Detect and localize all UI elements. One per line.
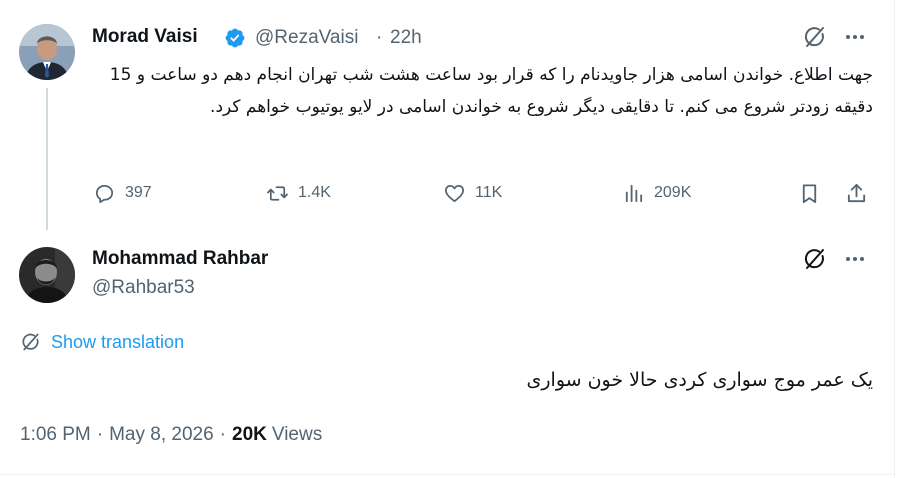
meta-separator: ·: [219, 424, 226, 445]
reply-icon: [95, 184, 114, 203]
meta-separator: ·: [96, 424, 104, 445]
heart-icon: [445, 184, 464, 202]
grok-icon: [22, 333, 39, 351]
grok-icon[interactable]: [802, 24, 828, 50]
share-icon: [847, 183, 866, 202]
tweet-text: جهت اطلاع. خواندن اسامی هزار جاویدنام را…: [109, 65, 873, 117]
reply-author-name[interactable]: Mohammad Rahbar: [92, 248, 268, 270]
meta-separator: ·: [376, 27, 383, 48]
bottom-divider: [0, 474, 894, 475]
views-count: 209K: [654, 184, 692, 201]
show-translation-label[interactable]: Show translation: [51, 332, 184, 353]
reply-count: 397: [125, 184, 152, 201]
bookmark-button[interactable]: [798, 178, 821, 208]
reply-date[interactable]: May 8, 2026: [109, 424, 214, 446]
reply-meta-footer: 1:06 PM · May 8, 2026 · 20K Views: [20, 424, 322, 446]
repost-count: 1.4K: [298, 184, 331, 201]
bookmark-icon: [802, 183, 817, 203]
author-handle[interactable]: @RezaVaisi: [255, 27, 358, 49]
more-icon[interactable]: [842, 246, 868, 272]
like-count: 11K: [475, 184, 503, 201]
more-icon[interactable]: [842, 24, 868, 50]
thread-connector-line: [46, 88, 48, 230]
avatar-mohammad-rahbar[interactable]: [19, 247, 75, 303]
like-button[interactable]: 11K: [443, 178, 502, 208]
verified-badge-icon[interactable]: [224, 27, 246, 49]
views-icon: [625, 184, 643, 202]
views-button[interactable]: 209K: [622, 178, 691, 208]
author-name[interactable]: Morad Vaisi: [92, 26, 198, 48]
repost-icon: [267, 185, 288, 201]
share-button[interactable]: [845, 178, 868, 208]
grok-icon[interactable]: [802, 246, 828, 272]
column-border: [894, 0, 895, 478]
reply-views-label: Views: [271, 424, 323, 445]
avatar-morad-vaisi[interactable]: [19, 24, 75, 80]
reply-time[interactable]: 1:06 PM: [20, 424, 91, 446]
reply-author-handle[interactable]: @Rahbar53: [92, 277, 195, 299]
repost-button[interactable]: 1.4K: [266, 178, 331, 208]
reply-views-count[interactable]: 20K: [232, 424, 267, 446]
reply-button[interactable]: 397: [93, 178, 152, 208]
tweet-timestamp[interactable]: 22h: [390, 27, 422, 49]
reply-text: یک عمر موج سواری کردی حالا خون سواری: [526, 369, 874, 391]
show-translation-link[interactable]: Show translation: [20, 331, 184, 353]
